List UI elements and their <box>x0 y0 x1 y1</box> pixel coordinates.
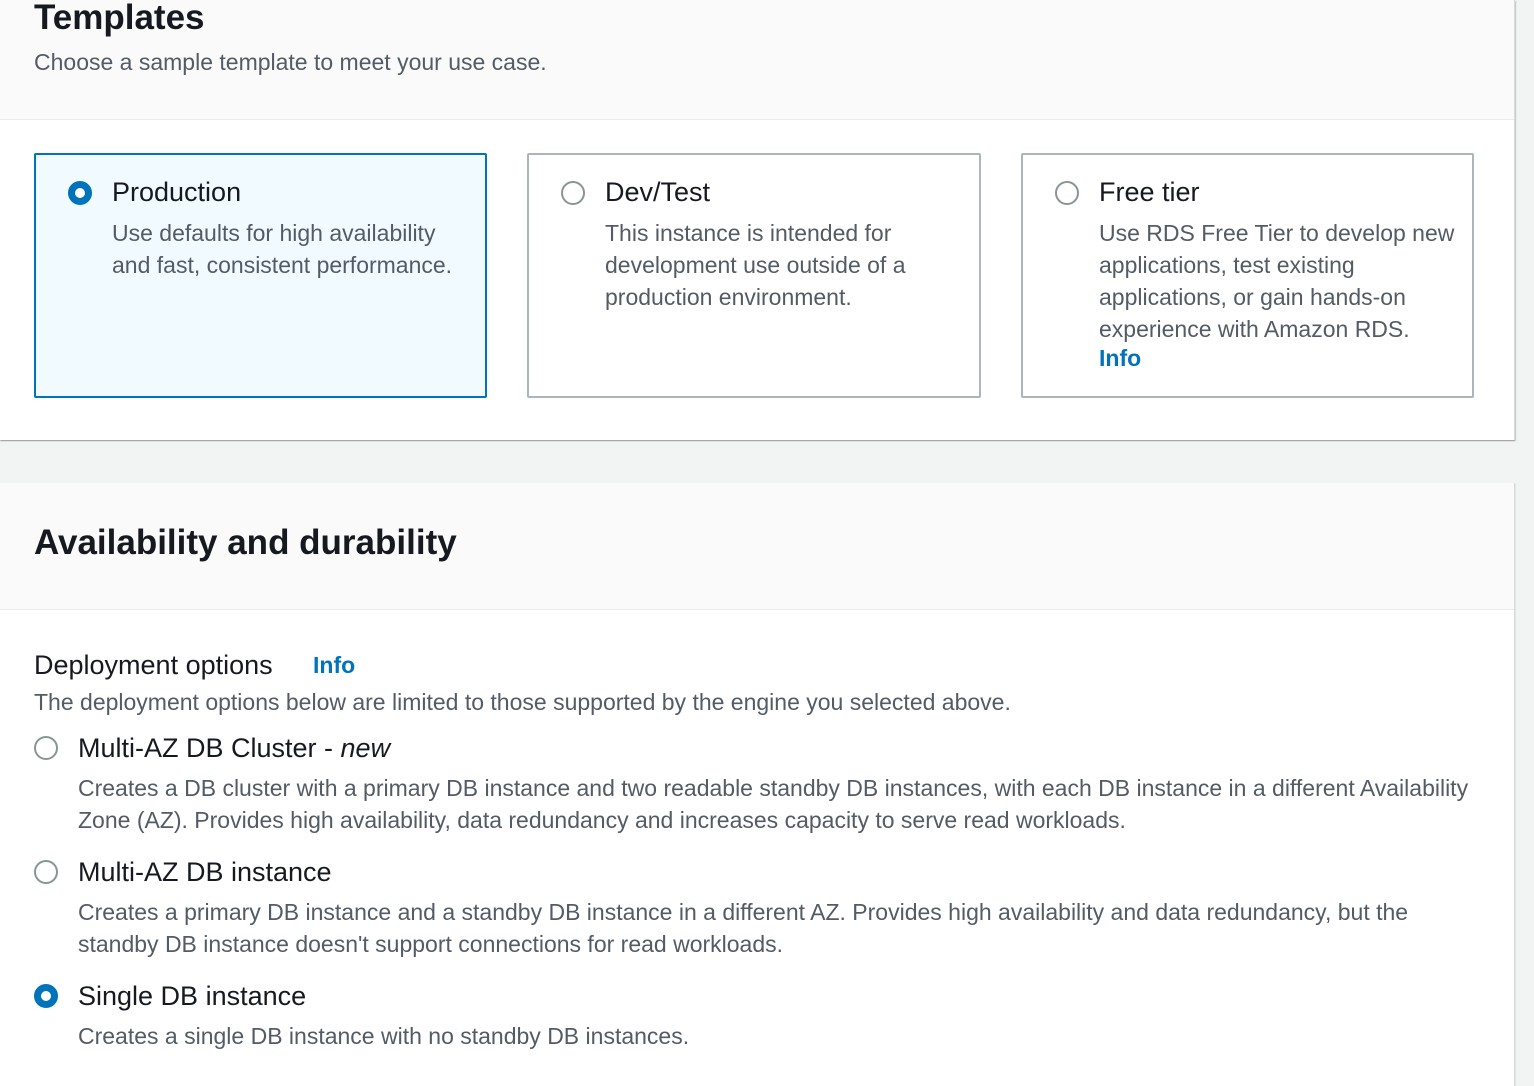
freetier-title: Free tier <box>1099 177 1200 207</box>
multi-az-instance-radio[interactable] <box>34 860 58 884</box>
deployment-description: The deployment options below are limited… <box>34 689 1011 715</box>
template-card-freetier[interactable]: Free tier Use RDS Free Tier to develop n… <box>1021 153 1474 398</box>
multi-az-cluster-title[interactable]: Multi-AZ DB Cluster - new <box>78 733 390 764</box>
production-radio[interactable] <box>68 181 92 205</box>
multi-az-instance-title[interactable]: Multi-AZ DB instance <box>78 857 332 888</box>
single-instance-description: Creates a single DB instance with no sta… <box>78 1023 690 1049</box>
availability-title: Availability and durability <box>34 523 457 562</box>
deployment-options-label: Deployment options <box>34 650 273 680</box>
template-card-devtest[interactable]: Dev/Test This instance is intended for d… <box>527 153 981 398</box>
templates-description: Choose a sample template to meet your us… <box>34 49 547 75</box>
multi-az-instance-description: Creates a primary DB instance and a stan… <box>78 899 1409 957</box>
freetier-info-link[interactable]: Info <box>1099 345 1141 372</box>
freetier-description: Use RDS Free Tier to develop new applica… <box>1099 220 1455 342</box>
template-card-production[interactable]: Production Use defaults for high availab… <box>34 153 487 398</box>
production-description: Use defaults for high availability and f… <box>112 220 453 278</box>
single-instance-radio[interactable] <box>34 984 58 1008</box>
templates-title: Templates <box>34 0 205 37</box>
production-title: Production <box>112 177 242 207</box>
devtest-description: This instance is intended for developmen… <box>605 220 906 310</box>
multi-az-cluster-description: Creates a DB cluster with a primary DB i… <box>78 775 1469 833</box>
templates-panel: Templates Choose a sample template to me… <box>0 0 1515 440</box>
devtest-radio[interactable] <box>561 181 585 205</box>
templates-header: Templates Choose a sample template to me… <box>0 0 1514 120</box>
devtest-title: Dev/Test <box>605 177 711 207</box>
deployment-info-link[interactable]: Info <box>313 652 355 679</box>
availability-header: Availability and durability <box>0 483 1514 610</box>
multi-az-cluster-title-text: Multi-AZ DB Cluster - <box>78 733 341 763</box>
new-tag: new <box>340 733 391 763</box>
multi-az-cluster-radio[interactable] <box>34 736 58 760</box>
availability-panel: Availability and durability Deployment o… <box>0 483 1515 1086</box>
freetier-radio[interactable] <box>1055 181 1079 205</box>
single-instance-title[interactable]: Single DB instance <box>78 981 306 1012</box>
